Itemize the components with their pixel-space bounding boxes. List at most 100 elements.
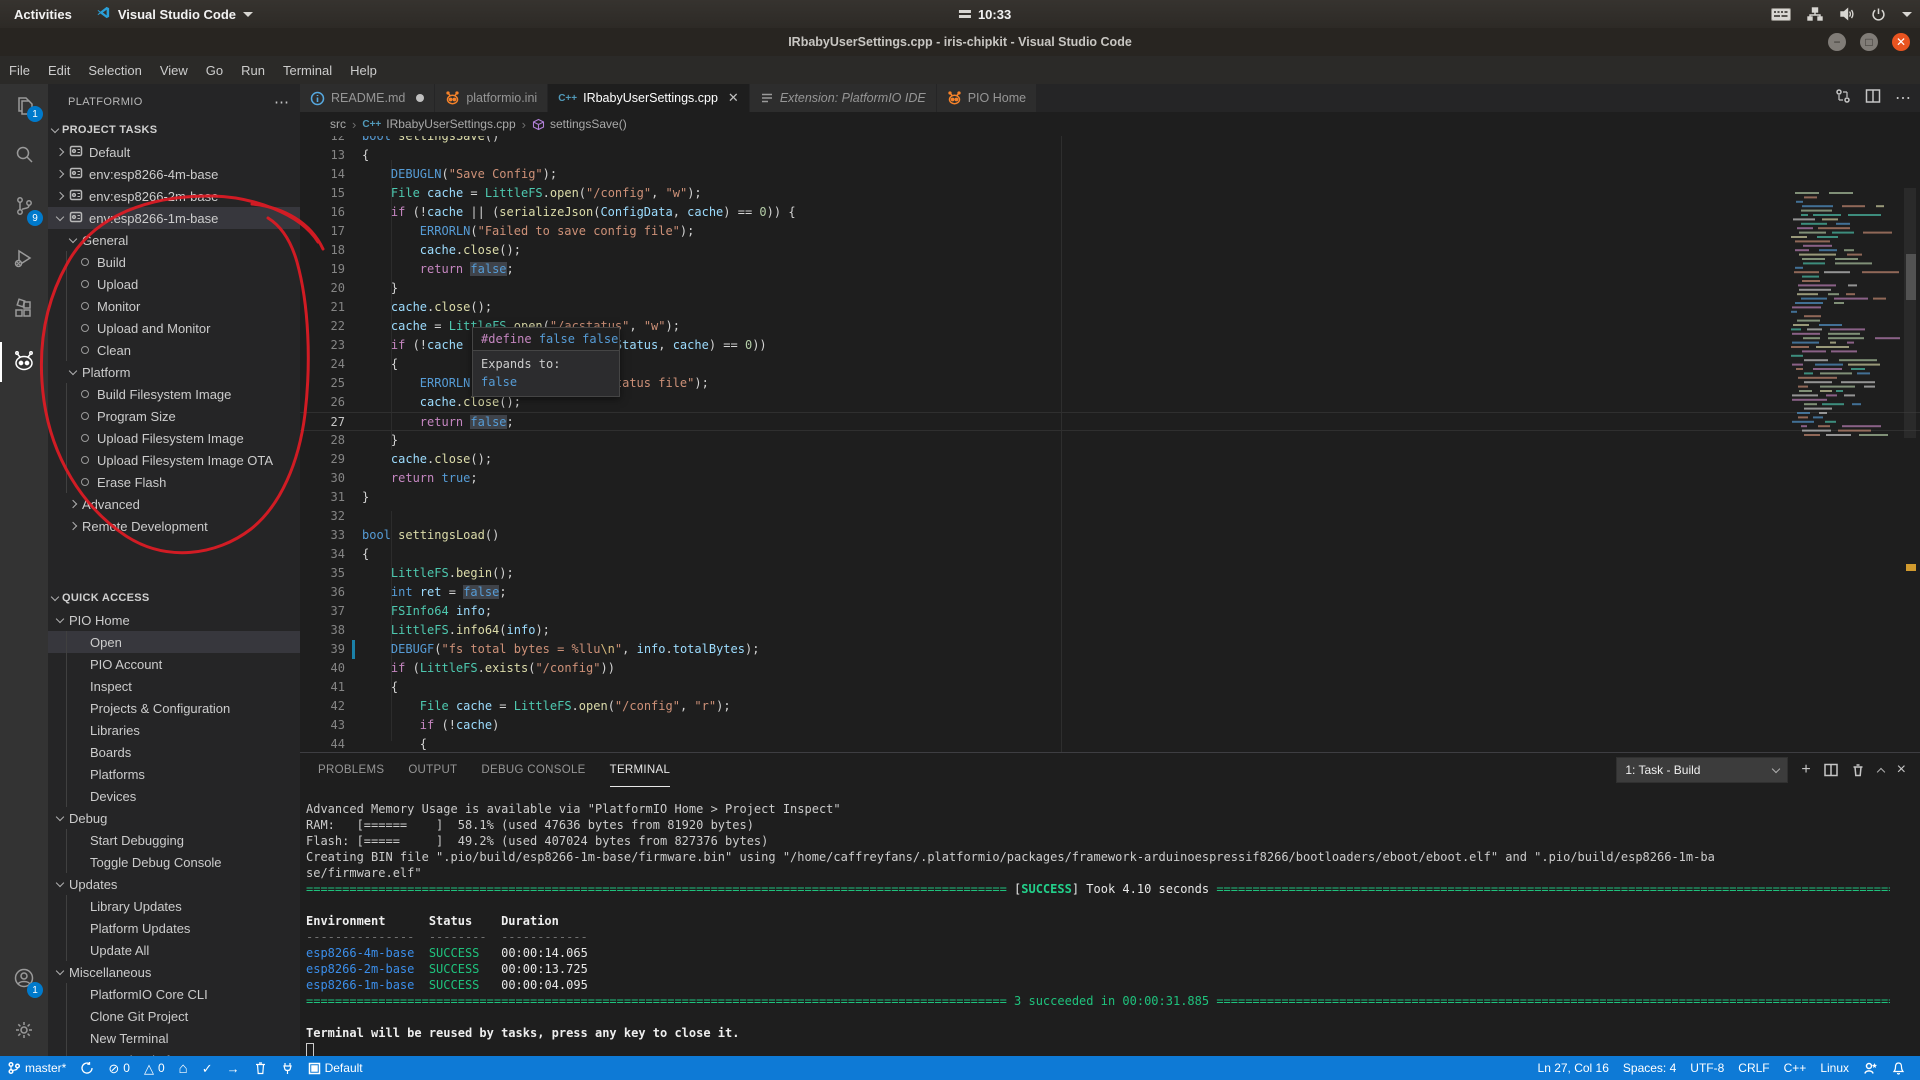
status-ln-27-col-16[interactable]: Ln 27, Col 16 bbox=[1531, 1056, 1616, 1080]
keyboard-layout-icon[interactable] bbox=[1771, 8, 1791, 21]
code-line-13[interactable]: 13{ bbox=[300, 146, 1920, 165]
status-bell[interactable] bbox=[1885, 1056, 1912, 1080]
tree-item-upload-and-monitor[interactable]: Upload and Monitor bbox=[48, 317, 300, 339]
more-actions-icon[interactable]: ⋯ bbox=[1895, 88, 1912, 108]
status-warning-0[interactable]: △0 bbox=[137, 1056, 172, 1080]
menu-file[interactable]: File bbox=[0, 63, 39, 78]
tree-item-platform[interactable]: Platform bbox=[48, 361, 300, 383]
status-env-box-default[interactable]: Default bbox=[301, 1056, 370, 1080]
activity-extensions[interactable] bbox=[0, 284, 48, 336]
menu-selection[interactable]: Selection bbox=[79, 63, 150, 78]
kill-terminal-icon[interactable] bbox=[1851, 763, 1865, 777]
tab-irbabyusersettings-cpp[interactable]: C++IRbabyUserSettings.cpp✕ bbox=[548, 84, 750, 112]
new-terminal-icon[interactable]: + bbox=[1801, 762, 1810, 778]
minimap[interactable] bbox=[1788, 188, 1900, 752]
status-plug[interactable] bbox=[274, 1056, 301, 1080]
code-line-40[interactable]: 40 if (LittleFS.exists("/config")) bbox=[300, 659, 1920, 678]
close-button[interactable]: ✕ bbox=[1892, 33, 1910, 51]
tree-item-build[interactable]: Build bbox=[48, 251, 300, 273]
menu-terminal[interactable]: Terminal bbox=[274, 63, 341, 78]
code-line-20[interactable]: 20 } bbox=[300, 279, 1920, 298]
breadcrumb-item[interactable]: src bbox=[330, 117, 346, 131]
activity-run-debug[interactable] bbox=[0, 232, 48, 284]
network-icon[interactable] bbox=[1807, 7, 1823, 21]
tree-item-miscellaneous[interactable]: Miscellaneous bbox=[48, 961, 300, 983]
code-line-32[interactable]: 32 bbox=[300, 507, 1920, 526]
tree-item-start-debugging[interactable]: Start Debugging bbox=[48, 829, 300, 851]
quick-access-header[interactable]: QUICK ACCESS bbox=[48, 587, 300, 609]
tree-item-devices[interactable]: Devices bbox=[48, 785, 300, 807]
status-spaces-4[interactable]: Spaces: 4 bbox=[1616, 1056, 1683, 1080]
code-line-39[interactable]: 39 DEBUGF("fs total bytes = %llu\n", inf… bbox=[300, 640, 1920, 659]
code-line-42[interactable]: 42 File cache = LittleFS.open("/config",… bbox=[300, 697, 1920, 716]
activity-settings-gear[interactable] bbox=[0, 1004, 48, 1056]
tree-item-env-esp8266-4m-base[interactable]: env:esp8266-4m-base bbox=[48, 163, 300, 185]
minimize-button[interactable]: − bbox=[1828, 33, 1846, 51]
tree-item-env-esp8266-1m-base[interactable]: env:esp8266-1m-base bbox=[48, 207, 300, 229]
menu-go[interactable]: Go bbox=[197, 63, 232, 78]
volume-icon[interactable] bbox=[1839, 7, 1855, 21]
menu-edit[interactable]: Edit bbox=[39, 63, 79, 78]
menu-view[interactable]: View bbox=[151, 63, 197, 78]
panel-tab-output[interactable]: OUTPUT bbox=[408, 753, 457, 787]
tab-platformio-ini[interactable]: platformio.ini bbox=[435, 84, 548, 112]
status-feedback[interactable] bbox=[1856, 1056, 1885, 1080]
terminal-selector[interactable]: 1: Task - Build bbox=[1616, 757, 1788, 783]
code-line-34[interactable]: 34{ bbox=[300, 545, 1920, 564]
activities-button[interactable]: Activities bbox=[0, 7, 86, 22]
split-terminal-icon[interactable] bbox=[1824, 763, 1838, 777]
close-icon[interactable]: ✕ bbox=[728, 90, 739, 106]
open-changes-icon[interactable] bbox=[1835, 88, 1851, 109]
code-line-31[interactable]: 31} bbox=[300, 488, 1920, 507]
sidebar-more-actions-icon[interactable]: ⋯ bbox=[274, 93, 290, 111]
status-c++[interactable]: C++ bbox=[1777, 1056, 1814, 1080]
power-icon[interactable] bbox=[1871, 7, 1886, 22]
code-line-37[interactable]: 37 FSInfo64 info; bbox=[300, 602, 1920, 621]
tree-item-open[interactable]: Open bbox=[48, 631, 300, 653]
tree-item-pio-home[interactable]: PIO Home bbox=[48, 609, 300, 631]
code-line-35[interactable]: 35 LittleFS.begin(); bbox=[300, 564, 1920, 583]
tree-item-advanced[interactable]: Advanced bbox=[48, 493, 300, 515]
tree-item-clone-git-project[interactable]: Clone Git Project bbox=[48, 1005, 300, 1027]
code-line-36[interactable]: 36 int ret = false; bbox=[300, 583, 1920, 602]
code-line-44[interactable]: 44 { bbox=[300, 735, 1920, 752]
terminal-output[interactable]: Advanced Memory Usage is available via "… bbox=[306, 801, 1890, 1056]
tree-item-monitor[interactable]: Monitor bbox=[48, 295, 300, 317]
tree-item-general[interactable]: General bbox=[48, 229, 300, 251]
code-line-29[interactable]: 29 cache.close(); bbox=[300, 450, 1920, 469]
code-line-38[interactable]: 38 LittleFS.info64(info); bbox=[300, 621, 1920, 640]
tree-item-debug[interactable]: Debug bbox=[48, 807, 300, 829]
tree-item-upload-filesystem-image[interactable]: Upload Filesystem Image bbox=[48, 427, 300, 449]
tab-pio-home[interactable]: PIO Home bbox=[937, 84, 1037, 112]
code-line-27[interactable]: 27 return false; bbox=[300, 412, 1920, 431]
tree-item-default[interactable]: Default bbox=[48, 141, 300, 163]
menu-help[interactable]: Help bbox=[341, 63, 386, 78]
project-tasks-header[interactable]: PROJECT TASKS bbox=[48, 119, 300, 141]
tree-item-pio-account[interactable]: PIO Account bbox=[48, 653, 300, 675]
code-line-14[interactable]: 14 DEBUGLN("Save Config"); bbox=[300, 165, 1920, 184]
code-line-18[interactable]: 18 cache.close(); bbox=[300, 241, 1920, 260]
code-line-12[interactable]: 12bool settingsSave() bbox=[300, 136, 1920, 146]
tree-item-toggle-debug-console[interactable]: Toggle Debug Console bbox=[48, 851, 300, 873]
maximize-button[interactable]: □ bbox=[1860, 33, 1878, 51]
tree-item-upload-filesystem-image-ota[interactable]: Upload Filesystem Image OTA bbox=[48, 449, 300, 471]
tree-item-updates[interactable]: Updates bbox=[48, 873, 300, 895]
tree-item-projects-configuration[interactable]: Projects & Configuration bbox=[48, 697, 300, 719]
code-line-30[interactable]: 30 return true; bbox=[300, 469, 1920, 488]
tree-item-boards[interactable]: Boards bbox=[48, 741, 300, 763]
breadcrumb-item[interactable]: settingsSave() bbox=[532, 117, 627, 131]
code-line-28[interactable]: 28 } bbox=[300, 431, 1920, 450]
activity-source-control[interactable]: 9 bbox=[0, 180, 48, 232]
code-line-16[interactable]: 16 if (!cache || (serializeJson(ConfigDa… bbox=[300, 203, 1920, 222]
code-line-21[interactable]: 21 cache.close(); bbox=[300, 298, 1920, 317]
code-editor[interactable]: 12bool settingsSave()13{14 DEBUGLN("Save… bbox=[300, 136, 1920, 752]
activity-platformio[interactable] bbox=[0, 336, 48, 388]
activity-account[interactable]: 1 bbox=[0, 952, 48, 1004]
app-menu-button[interactable]: Visual Studio Code bbox=[86, 5, 263, 23]
status-home[interactable]: ⌂ bbox=[172, 1056, 195, 1080]
code-line-41[interactable]: 41 { bbox=[300, 678, 1920, 697]
maximize-panel-icon[interactable] bbox=[1878, 765, 1884, 775]
code-line-33[interactable]: 33bool settingsLoad() bbox=[300, 526, 1920, 545]
tree-item-inspect[interactable]: Inspect bbox=[48, 675, 300, 697]
activity-search[interactable] bbox=[0, 128, 48, 180]
